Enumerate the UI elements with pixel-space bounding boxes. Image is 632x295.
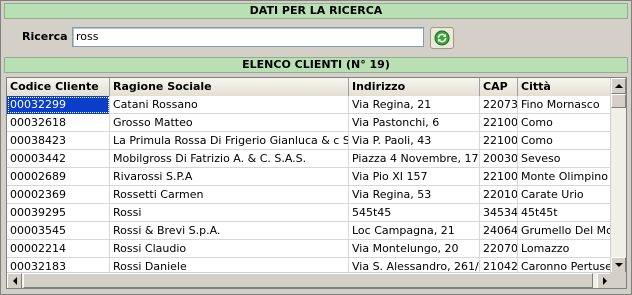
cell-company[interactable]: Rossi & Brevi S.p.A. bbox=[110, 222, 349, 240]
cell-company[interactable]: Rossetti Carmen bbox=[110, 186, 349, 204]
table-row[interactable]: 00003545 Rossi & Brevi S.p.A. Loc Campag… bbox=[7, 222, 613, 240]
arrow-up-icon bbox=[614, 84, 623, 88]
cell-code[interactable]: 00038423 bbox=[7, 132, 110, 150]
cell-cap[interactable]: 22100 bbox=[480, 168, 518, 186]
column-header-cap[interactable]: CAP bbox=[480, 78, 518, 96]
column-header-city[interactable]: Città bbox=[518, 78, 613, 96]
cell-code[interactable]: 00032618 bbox=[7, 114, 110, 132]
cell-cap[interactable]: 34534 bbox=[480, 204, 518, 222]
cell-address[interactable]: Piazza 4 Novembre, 17 bbox=[349, 150, 480, 168]
scroll-up-button[interactable] bbox=[611, 78, 626, 94]
cell-address[interactable]: Via Regina, 53 bbox=[349, 186, 480, 204]
cell-company[interactable]: Catani Rossano bbox=[110, 96, 349, 114]
table-row[interactable]: 00003442 Mobilgross Di Fatrizio A. & C. … bbox=[7, 150, 613, 168]
arrow-right-icon bbox=[602, 277, 607, 285]
cell-city[interactable]: Monte Olimpino bbox=[518, 168, 613, 186]
horizontal-scrollbar[interactable] bbox=[7, 272, 613, 288]
cell-cap[interactable]: 22010 bbox=[480, 186, 518, 204]
scroll-left-button[interactable] bbox=[7, 273, 22, 288]
table-header: Codice Cliente Ragione Sociale Indirizzo… bbox=[7, 78, 613, 96]
cell-address[interactable]: Via Montelungo, 20 bbox=[349, 240, 480, 258]
search-label: Ricerca bbox=[22, 30, 68, 43]
cell-cap[interactable]: 22070 bbox=[480, 240, 518, 258]
cell-address[interactable]: Via Pastonchi, 6 bbox=[349, 114, 480, 132]
cell-code[interactable]: 00003545 bbox=[7, 222, 110, 240]
vertical-scroll-thumb[interactable] bbox=[611, 94, 626, 108]
scroll-down-button[interactable] bbox=[611, 257, 626, 273]
cell-company[interactable]: Grosso Matteo bbox=[110, 114, 349, 132]
search-section-header: DATI PER LA RICERCA bbox=[4, 3, 628, 19]
cell-company[interactable]: Rossi bbox=[110, 204, 349, 222]
cell-cap[interactable]: 22100 bbox=[480, 132, 518, 150]
cell-address[interactable]: Via Regina, 21 bbox=[349, 96, 480, 114]
cell-city[interactable]: Seveso bbox=[518, 150, 613, 168]
column-header-code[interactable]: Codice Cliente bbox=[7, 78, 110, 96]
arrow-left-icon bbox=[12, 277, 17, 285]
search-row: Ricerca ross bbox=[4, 25, 628, 55]
cell-cap[interactable]: 24064 bbox=[480, 222, 518, 240]
cell-city[interactable]: Fino Mornasco bbox=[518, 96, 613, 114]
cell-company[interactable]: Mobilgross Di Fatrizio A. & C. S.A.S. bbox=[110, 150, 349, 168]
table-row[interactable]: 00039295 Rossi 545t45 34534 45t45t bbox=[7, 204, 613, 222]
cell-address[interactable]: Via Pio XI 157 bbox=[349, 168, 480, 186]
cell-city[interactable]: Como bbox=[518, 114, 613, 132]
cell-code[interactable]: 00032299 bbox=[7, 96, 110, 114]
cell-city[interactable]: Lomazzo bbox=[518, 240, 613, 258]
cell-cap[interactable]: 20030 bbox=[480, 150, 518, 168]
search-input[interactable]: ross bbox=[72, 27, 424, 47]
cell-city[interactable]: Como bbox=[518, 132, 613, 150]
cell-city[interactable]: Carate Urio bbox=[518, 186, 613, 204]
cell-address[interactable]: 545t45 bbox=[349, 204, 480, 222]
cell-address[interactable]: Loc Campagna, 21 bbox=[349, 222, 480, 240]
table-row[interactable]: 00032299 Catani Rossano Via Regina, 21 2… bbox=[7, 96, 613, 114]
table-row[interactable]: 00038423 La Primula Rossa Di Frigerio Gi… bbox=[7, 132, 613, 150]
scrollbar-corner bbox=[610, 272, 626, 288]
cell-code[interactable]: 00002689 bbox=[7, 168, 110, 186]
horizontal-scroll-thumb[interactable] bbox=[23, 273, 593, 288]
client-list-header: ELENCO CLIENTI (N° 19) bbox=[4, 57, 628, 73]
cell-city[interactable]: Grumello Del Monte bbox=[518, 222, 613, 240]
table-row[interactable]: 00002214 Rossi Claudio Via Montelungo, 2… bbox=[7, 240, 613, 258]
cell-code[interactable]: 00003442 bbox=[7, 150, 110, 168]
column-header-address[interactable]: Indirizzo bbox=[349, 78, 480, 96]
cell-company[interactable]: Rossi Claudio bbox=[110, 240, 349, 258]
column-header-company[interactable]: Ragione Sociale bbox=[110, 78, 349, 96]
table-row[interactable]: 00002689 Rivarossi S.P.A Via Pio XI 157 … bbox=[7, 168, 613, 186]
table-row[interactable]: 00032618 Grosso Matteo Via Pastonchi, 6 … bbox=[7, 114, 613, 132]
cell-address[interactable]: Via P. Paoli, 43 bbox=[349, 132, 480, 150]
cell-cap[interactable]: 22073 bbox=[480, 96, 518, 114]
table-body: 00032299 Catani Rossano Via Regina, 21 2… bbox=[7, 96, 613, 276]
refresh-icon bbox=[434, 30, 450, 46]
vertical-scrollbar[interactable] bbox=[610, 78, 626, 273]
client-table: Codice Cliente Ragione Sociale Indirizzo… bbox=[6, 77, 627, 289]
cell-code[interactable]: 00002369 bbox=[7, 186, 110, 204]
table-row[interactable]: 00002369 Rossetti Carmen Via Regina, 53 … bbox=[7, 186, 613, 204]
arrow-down-icon bbox=[614, 263, 623, 267]
cell-cap[interactable]: 22100 bbox=[480, 114, 518, 132]
refresh-button[interactable] bbox=[430, 27, 454, 49]
cell-company[interactable]: La Primula Rossa Di Frigerio Gianluca & … bbox=[110, 132, 349, 150]
cell-code[interactable]: 00039295 bbox=[7, 204, 110, 222]
cell-company[interactable]: Rivarossi S.P.A bbox=[110, 168, 349, 186]
client-search-window: DATI PER LA RICERCA Ricerca ross ELENCO … bbox=[0, 0, 632, 295]
cell-city[interactable]: 45t45t bbox=[518, 204, 613, 222]
cell-code[interactable]: 00002214 bbox=[7, 240, 110, 258]
